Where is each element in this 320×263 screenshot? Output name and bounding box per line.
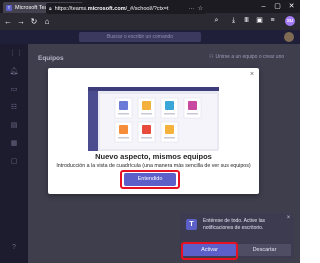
teams-favicon-icon: T [6, 4, 12, 11]
maximize-icon[interactable]: ▢ [273, 2, 282, 11]
teams-app-rail: ⋮⋮ 🔔︎ ▭ ☷ ▤ ▦ ▢ ? [0, 44, 28, 263]
window-close-icon[interactable]: ✕ [287, 2, 296, 11]
reload-icon[interactable]: ↻ [29, 17, 39, 27]
activate-button[interactable]: Activar [183, 244, 236, 256]
calendar-icon[interactable]: ▦ [9, 140, 19, 148]
home-icon[interactable]: ⌂ [42, 17, 52, 27]
desktop-notification-toast: T Entérese de todo. Active las notificac… [180, 213, 294, 259]
address-bar[interactable]: 🔒︎ https://teams.microsoft.com/_#/school… [46, 3, 206, 14]
menu-icon[interactable]: ≡ [268, 16, 277, 26]
help-icon[interactable]: ? [9, 244, 19, 252]
search-icon[interactable]: ⌕ [212, 16, 221, 26]
teams-icon[interactable]: ☷ [9, 104, 19, 112]
got-it-button[interactable]: Entendido [124, 173, 176, 186]
dialog-heading: Nuevo aspecto, mismos equipos [95, 152, 212, 161]
download-icon[interactable]: ⤓ [229, 16, 238, 26]
files-icon[interactable]: ▢ [9, 158, 19, 166]
chat-icon[interactable]: ▭ [9, 86, 19, 94]
people-add-icon: ⚇ [209, 54, 214, 60]
page-actions-icon[interactable]: ··· [189, 6, 195, 12]
url-text: https://teams.microsoft.com/_#/school//?… [54, 5, 169, 12]
library-icon[interactable]: Ⅲ [242, 16, 251, 26]
teams-search-input[interactable]: Buscar o escribir un comando [79, 32, 201, 42]
profile-avatar[interactable]: SU [285, 16, 295, 26]
close-icon[interactable]: × [285, 215, 292, 222]
bookmark-star-icon[interactable]: ☆ [198, 5, 203, 12]
apps-grid-icon[interactable]: ⋮⋮ [9, 50, 23, 58]
assignments-icon[interactable]: ▤ [9, 122, 19, 130]
notification-message: Entérese de todo. Active las notificacio… [203, 218, 265, 231]
dismiss-button[interactable]: Descartar [238, 244, 291, 256]
new-look-dialog: × Nuevo aspecto, mismos equipos Introduc… [48, 68, 259, 194]
back-icon[interactable]: ← [3, 17, 13, 27]
join-or-create-team-label: Unirse a un equipo o crear uno [215, 54, 285, 60]
forward-icon[interactable]: → [16, 17, 26, 27]
lock-icon: 🔒︎ [49, 5, 52, 12]
teams-grid-illustration-icon [88, 87, 219, 151]
sidebar-icon[interactable]: ▣ [255, 16, 264, 26]
dialog-description: Introducción a la vista de cuadrícula (u… [56, 163, 251, 169]
minimize-icon[interactable]: – [259, 2, 268, 11]
page-title: Equipos [38, 55, 64, 62]
avatar[interactable] [284, 32, 294, 42]
teams-logo-icon: T [186, 219, 197, 230]
join-or-create-team-button[interactable]: ⚇ Unirse a un equipo o crear uno [209, 52, 285, 62]
close-icon[interactable]: × [248, 71, 256, 79]
activity-icon[interactable]: 🔔︎ [9, 68, 19, 76]
